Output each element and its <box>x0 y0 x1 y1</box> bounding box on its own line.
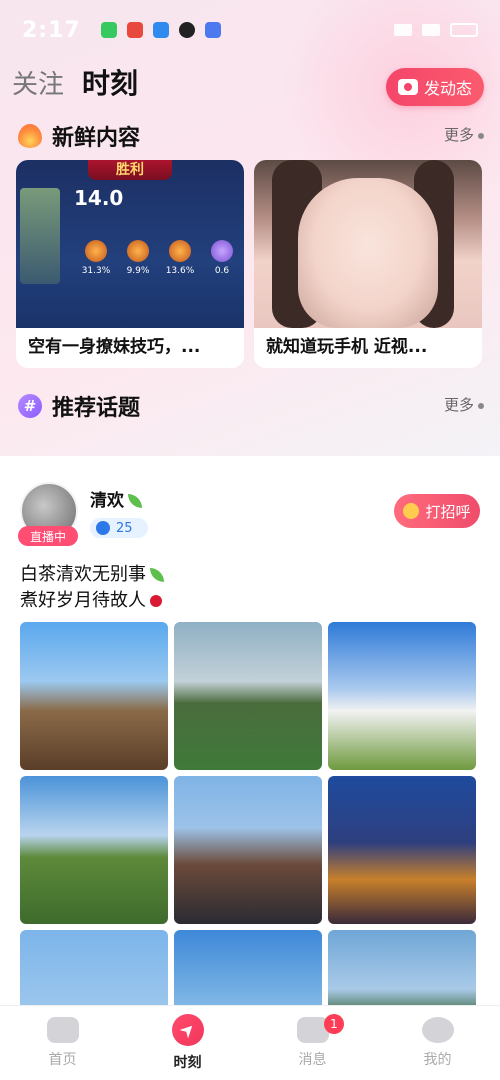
nav-item-messages[interactable]: 1 消息 <box>250 1006 375 1080</box>
post-photo[interactable] <box>20 622 168 770</box>
game-stat: 31.3% <box>78 240 114 276</box>
app-icon-2 <box>204 22 221 38</box>
male-icon <box>96 521 110 535</box>
greet-label: 打招呼 <box>425 502 471 521</box>
bottom-nav: 首页 时刻 1 消息 我的 <box>0 1005 500 1080</box>
battery-icon <box>450 23 478 37</box>
cherry-icon <box>150 595 162 607</box>
qq-icon <box>178 22 195 38</box>
topics-more-link[interactable]: 更多 <box>444 394 484 415</box>
post-status-label: 发动态 <box>423 79 472 98</box>
more-dot-icon <box>478 402 484 409</box>
age-value: 25 <box>116 520 133 536</box>
fresh-section-title: 新鲜内容 <box>52 126 141 151</box>
greet-button[interactable]: 打招呼 <box>394 494 480 528</box>
fresh-more-label: 更多 <box>443 126 474 144</box>
wifi-icon <box>394 24 412 36</box>
hashtag-icon: # <box>18 394 42 418</box>
nav-label: 首页 <box>48 1052 77 1068</box>
flame-icon <box>18 124 42 148</box>
card-caption: 空有一身撩妹技巧，... <box>28 337 201 357</box>
stat-orb-icon <box>127 240 149 262</box>
post-photo[interactable] <box>174 776 322 924</box>
compass-icon <box>171 1014 204 1046</box>
stat-orb-icon <box>211 240 233 262</box>
nav-item-moment[interactable]: 时刻 <box>125 1006 250 1080</box>
username[interactable]: 清欢 <box>90 486 142 511</box>
header-tabs: 关注 时刻 <box>12 62 138 102</box>
nav-label: 我的 <box>423 1052 452 1068</box>
game-stat: 9.9% <box>120 240 156 276</box>
leaf-icon <box>150 568 164 582</box>
post-text-line1: 白茶清欢无别事 <box>20 564 146 585</box>
nav-label: 时刻 <box>173 1055 202 1071</box>
wave-hand-icon <box>403 503 420 519</box>
live-badge[interactable]: 直播中 <box>18 526 78 546</box>
game-controller-icon <box>46 1017 79 1043</box>
post-status-button[interactable]: 发动态 <box>386 68 484 106</box>
camera-icon <box>397 79 418 95</box>
message-app-icon <box>152 22 169 38</box>
fresh-more-link[interactable]: 更多 <box>444 124 484 145</box>
fresh-card-portrait[interactable]: 就知道玩手机 近视... <box>254 160 482 368</box>
nav-item-home[interactable]: 首页 <box>0 1006 125 1080</box>
topics-more-label: 更多 <box>443 396 474 414</box>
game-screenshot: 胜利 14.0 31.3% 9.9% 13.6% 0.6 <box>16 160 244 328</box>
topics-section-title: 推荐话题 <box>52 396 141 421</box>
topics-section-header: # 推荐话题 <box>18 390 140 422</box>
signal-icon <box>422 24 440 36</box>
portrait-image <box>254 160 482 328</box>
post-photo[interactable] <box>328 776 476 924</box>
post-text: 白茶清欢无别事 煮好岁月待故人 <box>20 562 164 614</box>
game-hero-image <box>20 188 60 284</box>
face-shape <box>298 178 438 328</box>
post-photo[interactable] <box>328 622 476 770</box>
nav-label: 消息 <box>298 1052 327 1068</box>
live-label: 直播中 <box>29 529 66 544</box>
game-stat: 13.6% <box>162 240 198 276</box>
post-photo[interactable] <box>174 622 322 770</box>
message-badge: 1 <box>324 1014 344 1034</box>
fresh-section-header: 新鲜内容 <box>18 120 140 152</box>
fresh-card-game[interactable]: 胜利 14.0 31.3% 9.9% 13.6% 0.6 空有一身撩妹技巧，..… <box>16 160 244 368</box>
game-stat: 0.6 <box>204 240 240 276</box>
stat-orb-icon <box>85 240 107 262</box>
card-caption: 就知道玩手机 近视... <box>266 337 428 357</box>
app-icon <box>126 22 143 38</box>
game-banner: 胜利 <box>88 160 172 180</box>
feed-post: 直播中 清欢 25 打招呼 白茶清欢无别事 煮好岁月待故人 <box>0 456 500 1078</box>
leaf-icon <box>128 494 142 508</box>
post-photo[interactable] <box>20 776 168 924</box>
profile-icon <box>421 1017 454 1043</box>
more-dot-icon <box>478 132 484 139</box>
wechat-icon <box>100 22 117 38</box>
nav-item-profile[interactable]: 我的 <box>375 1006 500 1080</box>
status-bar: 2:17 <box>0 0 500 60</box>
tab-follow[interactable]: 关注 <box>12 64 64 101</box>
post-text-line2: 煮好岁月待故人 <box>20 590 146 611</box>
stat-orb-icon <box>169 240 191 262</box>
status-time: 2:17 <box>22 17 81 43</box>
gender-age-badge: 25 <box>90 518 148 538</box>
game-score: 14.0 <box>74 186 124 210</box>
tab-moment[interactable]: 时刻 <box>82 62 138 102</box>
